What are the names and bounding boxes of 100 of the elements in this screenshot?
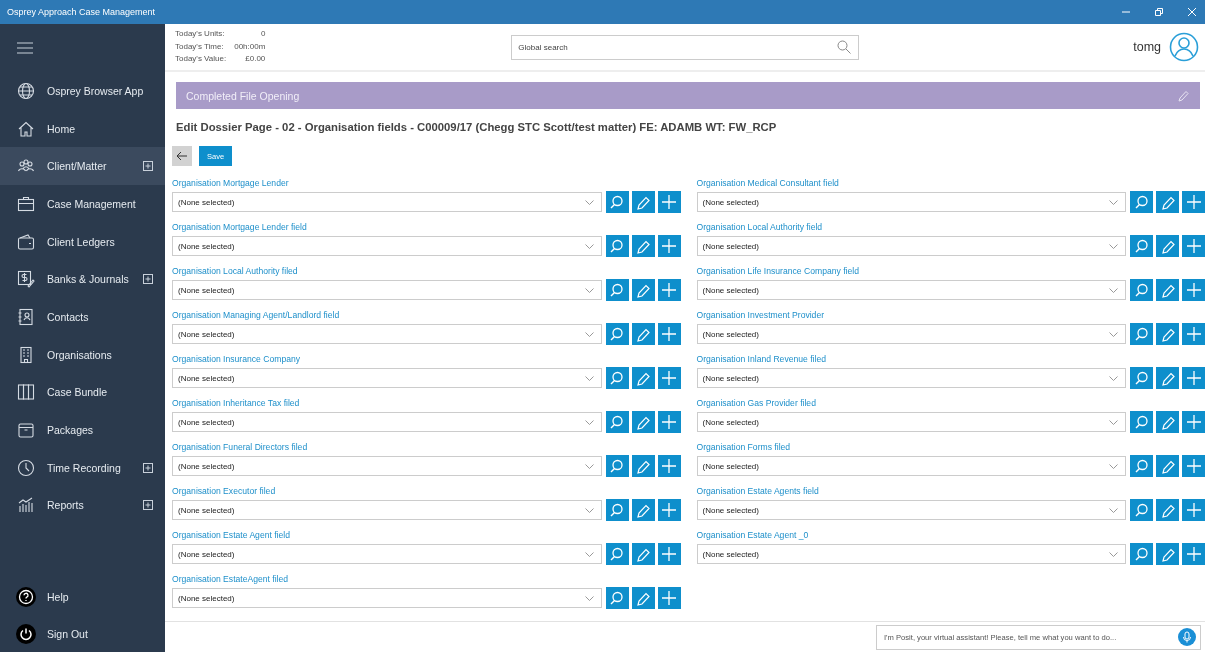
sidebar-item[interactable]: Case Management xyxy=(0,185,165,223)
sidebar-item[interactable]: Client/Matter xyxy=(0,147,165,186)
dropdown[interactable]: (None selected) xyxy=(696,368,1126,388)
close-icon[interactable] xyxy=(1187,7,1197,17)
search-field[interactable]: Global search xyxy=(511,34,860,60)
add-button[interactable] xyxy=(1182,235,1205,257)
lookup-button[interactable] xyxy=(1130,499,1153,521)
add-button[interactable] xyxy=(657,499,681,521)
lookup-button[interactable] xyxy=(605,235,629,257)
expand-icon[interactable] xyxy=(143,161,153,172)
add-button[interactable] xyxy=(657,543,681,565)
avatar-icon[interactable] xyxy=(1169,32,1199,62)
edit-button[interactable] xyxy=(631,411,655,433)
sidebar-item[interactable]: Time Recording xyxy=(0,448,165,487)
lookup-button[interactable] xyxy=(1130,191,1153,213)
dropdown[interactable]: (None selected) xyxy=(696,236,1126,256)
expand-icon[interactable] xyxy=(143,500,153,511)
add-button[interactable] xyxy=(1182,499,1205,521)
lookup-button[interactable] xyxy=(605,543,629,565)
lookup-button[interactable] xyxy=(605,191,629,213)
edit-button[interactable] xyxy=(631,499,655,521)
dropdown[interactable]: (None selected) xyxy=(172,236,602,256)
sidebar-item[interactable]: Banks & Journals xyxy=(0,260,165,299)
sidebar-item[interactable]: Help xyxy=(0,578,165,615)
sidebar-item[interactable]: Sign Out xyxy=(0,615,165,652)
back-button[interactable] xyxy=(172,146,192,166)
lookup-button[interactable] xyxy=(605,323,629,345)
search-icon[interactable] xyxy=(837,39,852,54)
lookup-button[interactable] xyxy=(605,587,629,609)
add-button[interactable] xyxy=(657,323,681,345)
edit-button[interactable] xyxy=(631,191,655,213)
dropdown[interactable]: (None selected) xyxy=(172,192,602,212)
edit-button[interactable] xyxy=(631,543,655,565)
lookup-button[interactable] xyxy=(1130,367,1153,389)
edit-button[interactable] xyxy=(1156,411,1179,433)
dropdown[interactable]: (None selected) xyxy=(172,588,602,608)
add-button[interactable] xyxy=(1182,323,1205,345)
add-button[interactable] xyxy=(657,367,681,389)
lookup-button[interactable] xyxy=(605,279,629,301)
expand-icon[interactable] xyxy=(143,274,153,285)
dropdown[interactable]: (None selected) xyxy=(696,500,1126,520)
edit-button[interactable] xyxy=(631,455,655,477)
add-button[interactable] xyxy=(1182,543,1205,565)
microphone-icon[interactable] xyxy=(1178,628,1196,646)
dropdown[interactable]: (None selected) xyxy=(696,456,1126,476)
lookup-button[interactable] xyxy=(1130,455,1153,477)
sidebar-item[interactable]: Packages xyxy=(0,411,165,449)
add-button[interactable] xyxy=(1182,411,1205,433)
add-button[interactable] xyxy=(1182,191,1205,213)
edit-button[interactable] xyxy=(1156,191,1179,213)
dropdown[interactable]: (None selected) xyxy=(172,544,602,564)
menu-icon[interactable] xyxy=(17,42,33,54)
lookup-button[interactable] xyxy=(1130,543,1153,565)
add-button[interactable] xyxy=(657,235,681,257)
sidebar-item[interactable]: Client Ledgers xyxy=(0,222,165,261)
add-button[interactable] xyxy=(657,191,681,213)
edit-button[interactable] xyxy=(631,587,655,609)
add-button[interactable] xyxy=(657,587,681,609)
edit-button[interactable] xyxy=(1156,279,1179,301)
add-button[interactable] xyxy=(1182,367,1205,389)
restore-icon[interactable] xyxy=(1154,7,1164,17)
dropdown[interactable]: (None selected) xyxy=(172,412,602,432)
sidebar-item[interactable]: Home xyxy=(0,109,165,148)
lookup-button[interactable] xyxy=(1130,323,1153,345)
edit-button[interactable] xyxy=(631,279,655,301)
lookup-button[interactable] xyxy=(1130,235,1153,257)
sidebar-item[interactable]: Reports xyxy=(0,486,165,525)
lookup-button[interactable] xyxy=(605,499,629,521)
expand-icon[interactable] xyxy=(143,462,153,473)
sidebar-item[interactable]: Organisations xyxy=(0,335,165,374)
edit-button[interactable] xyxy=(631,367,655,389)
edit-button[interactable] xyxy=(1156,235,1179,257)
dropdown[interactable]: (None selected) xyxy=(172,368,602,388)
edit-button[interactable] xyxy=(1156,455,1179,477)
edit-button[interactable] xyxy=(1156,499,1179,521)
dropdown[interactable]: (None selected) xyxy=(172,500,602,520)
edit-button[interactable] xyxy=(631,235,655,257)
dropdown[interactable]: (None selected) xyxy=(172,456,602,476)
dropdown[interactable]: (None selected) xyxy=(172,324,602,344)
sidebar-item[interactable]: Osprey Browser App xyxy=(0,72,165,110)
dropdown[interactable]: (None selected) xyxy=(696,544,1126,564)
dropdown[interactable]: (None selected) xyxy=(696,280,1126,300)
lookup-button[interactable] xyxy=(1130,279,1153,301)
dropdown[interactable]: (None selected) xyxy=(696,324,1126,344)
lookup-button[interactable] xyxy=(605,455,629,477)
dropdown[interactable]: (None selected) xyxy=(172,280,602,300)
sidebar-item[interactable]: Case Bundle xyxy=(0,373,165,412)
lookup-button[interactable] xyxy=(605,411,629,433)
dropdown[interactable]: (None selected) xyxy=(696,192,1126,212)
lookup-button[interactable] xyxy=(605,367,629,389)
add-button[interactable] xyxy=(1182,455,1205,477)
edit-button[interactable] xyxy=(1156,543,1179,565)
add-button[interactable] xyxy=(657,455,681,477)
sidebar-item[interactable]: Contacts xyxy=(0,298,165,336)
add-button[interactable] xyxy=(1182,279,1205,301)
edit-button[interactable] xyxy=(1156,323,1179,345)
pencil-icon[interactable] xyxy=(1178,89,1190,102)
add-button[interactable] xyxy=(657,411,681,433)
edit-button[interactable] xyxy=(1156,367,1179,389)
add-button[interactable] xyxy=(657,279,681,301)
